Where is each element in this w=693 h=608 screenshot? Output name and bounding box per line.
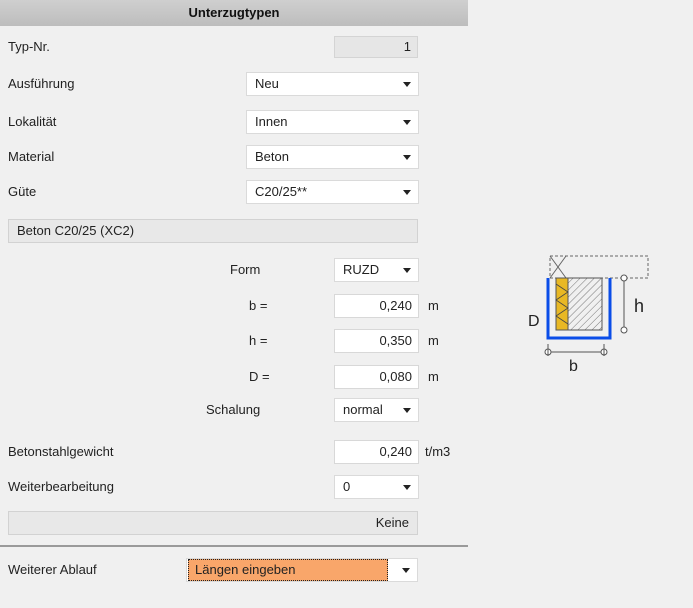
h-dimension-label: h (634, 296, 644, 316)
b-input[interactable]: 0,240 (334, 294, 419, 318)
material-select[interactable]: Beton (246, 145, 419, 169)
lokalitaet-select[interactable]: Innen (246, 110, 419, 134)
d-dimension-label: D (528, 313, 540, 330)
material-label: Material (8, 149, 55, 164)
chevron-down-icon (403, 485, 411, 490)
weiterbearbeitung-value: 0 (343, 479, 351, 494)
lokalitaet-label: Lokalität (8, 114, 57, 129)
h-input[interactable]: 0,350 (334, 329, 419, 353)
weiterer-ablauf-select[interactable]: Längen eingeben (186, 558, 418, 582)
betonstahlgewicht-unit: t/m3 (425, 444, 451, 459)
b-label: b = (249, 298, 268, 313)
b-unit: m (428, 298, 439, 313)
chevron-down-icon (403, 82, 411, 87)
typ-nr-field: 1 (334, 36, 418, 58)
chevron-down-icon (403, 190, 411, 195)
chevron-down-icon (403, 120, 411, 125)
form-select[interactable]: RUZD (334, 258, 419, 282)
ausfuehrung-label: Ausführung (8, 76, 75, 91)
form-label: Form (230, 262, 261, 277)
weiterer-ablauf-label: Weiterer Ablauf (8, 562, 97, 577)
weiterbearbeitung-status: Keine (8, 511, 418, 535)
ausfuehrung-select[interactable]: Neu (246, 72, 419, 96)
h-unit: m (428, 333, 439, 348)
typ-nr-label: Typ-Nr. (8, 39, 50, 54)
form-value: RUZD (343, 262, 380, 277)
weiterbearbeitung-label: Weiterbearbeitung (8, 479, 114, 494)
weiterbearbeitung-select[interactable]: 0 (334, 475, 419, 499)
lokalitaet-value: Innen (255, 114, 288, 129)
chevron-down-icon (403, 155, 411, 160)
betonstahlgewicht-label: Betonstahlgewicht (8, 444, 114, 459)
schalung-value: normal (343, 402, 383, 417)
d-input[interactable]: 0,080 (334, 365, 419, 389)
schalung-select[interactable]: normal (334, 398, 419, 422)
material-value: Beton (255, 149, 289, 164)
b-dimension-label: b (569, 358, 578, 374)
guete-value: C20/25** (255, 184, 308, 199)
guete-label: Güte (8, 184, 37, 199)
cross-section-diagram: D h b (528, 255, 649, 374)
chevron-down-icon (403, 408, 411, 413)
material-summary: Beton C20/25 (XC2) (8, 219, 418, 243)
h-label: h = (249, 333, 268, 348)
betonstahlgewicht-input[interactable]: 0,240 (334, 440, 419, 464)
d-label: D = (249, 369, 270, 384)
weiterer-ablauf-value: Längen eingeben (188, 559, 388, 581)
chevron-down-icon (403, 268, 411, 273)
divider (0, 545, 468, 547)
schalung-label: Schalung (206, 402, 261, 417)
ausfuehrung-value: Neu (255, 76, 279, 91)
chevron-down-icon (402, 568, 410, 573)
guete-select[interactable]: C20/25** (246, 180, 419, 204)
d-unit: m (428, 369, 439, 384)
page-title: Unterzugtypen (188, 5, 280, 20)
